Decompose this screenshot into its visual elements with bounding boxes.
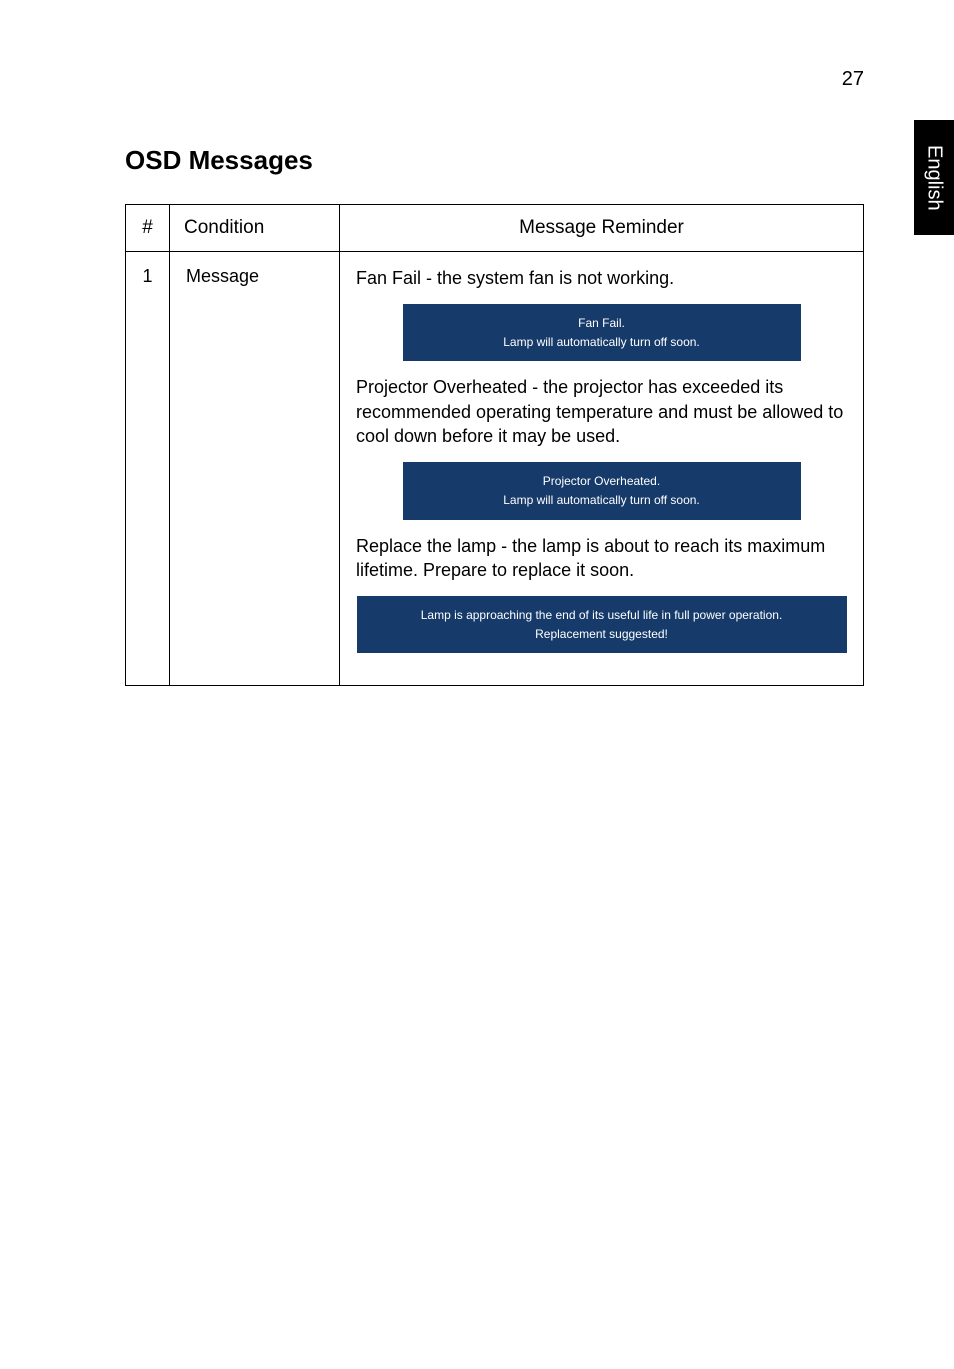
osd-messages-table: # Condition Message Reminder 1 Message F… bbox=[125, 204, 864, 686]
row-condition: Message bbox=[170, 252, 340, 686]
main-content: OSD Messages # Condition Message Reminde… bbox=[0, 0, 954, 686]
osd-fan-fail-line2: Lamp will automatically turn off soon. bbox=[503, 335, 700, 349]
osd-overheated-line2: Lamp will automatically turn off soon. bbox=[503, 493, 700, 507]
osd-overheated-line1: Projector Overheated. bbox=[543, 474, 660, 488]
row-num: 1 bbox=[126, 252, 170, 686]
header-num: # bbox=[126, 205, 170, 252]
osd-fan-fail-box: Fan Fail. Lamp will automatically turn o… bbox=[403, 304, 801, 361]
page-number: 27 bbox=[842, 68, 864, 91]
header-message: Message Reminder bbox=[340, 205, 864, 252]
table-header-row: # Condition Message Reminder bbox=[126, 205, 864, 252]
osd-overheated-box: Projector Overheated. Lamp will automati… bbox=[403, 462, 801, 519]
section-heading: OSD Messages bbox=[125, 145, 864, 176]
header-condition: Condition bbox=[170, 205, 340, 252]
osd-fan-fail-line1: Fan Fail. bbox=[578, 316, 625, 330]
table-row: 1 Message Fan Fail - the system fan is n… bbox=[126, 252, 864, 686]
osd-replace-lamp-box: Lamp is approaching the end of its usefu… bbox=[357, 596, 847, 653]
language-tab: English bbox=[914, 120, 954, 235]
overheated-text: Projector Overheated - the projector has… bbox=[356, 375, 847, 448]
row-message-reminder: Fan Fail - the system fan is not working… bbox=[340, 252, 864, 686]
replace-lamp-text: Replace the lamp - the lamp is about to … bbox=[356, 534, 847, 583]
osd-replace-lamp-line1: Lamp is approaching the end of its usefu… bbox=[421, 608, 783, 622]
fan-fail-text: Fan Fail - the system fan is not working… bbox=[356, 266, 847, 290]
osd-replace-lamp-line2: Replacement suggested! bbox=[535, 627, 668, 641]
